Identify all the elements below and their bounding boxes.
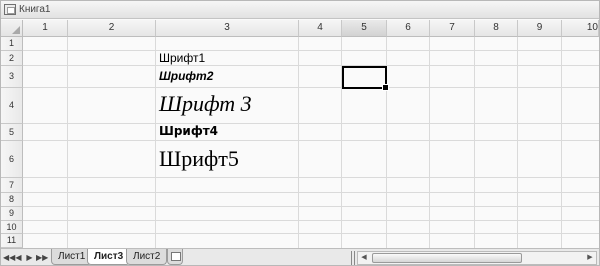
row-header-11[interactable]: 11 [1,234,23,248]
column-header-9[interactable]: 9 [518,20,562,37]
cell-text-font2[interactable]: Шрифт2 [159,69,213,83]
gridline [561,37,562,248]
column-header-3[interactable]: 3 [156,20,299,37]
gridline [298,37,299,248]
gridline [474,37,475,248]
column-header-1[interactable]: 1 [23,20,68,37]
sheet-tab-list2[interactable]: Лист2 [126,249,168,265]
scroll-left-arrow[interactable]: ◀ [358,252,370,264]
row-header-4[interactable]: 4 [1,88,23,124]
column-header-6[interactable]: 6 [387,20,430,37]
scrollbar-thumb[interactable] [372,253,522,263]
gridline [23,123,599,124]
column-header-7[interactable]: 7 [430,20,475,37]
column-header-10[interactable]: 10 [562,20,599,37]
insert-sheet-button[interactable] [167,249,183,265]
gridline [23,65,599,66]
gridline [23,140,599,141]
row-header-1[interactable]: 1 [1,37,23,51]
cell-text-font1[interactable]: Шрифт1 [159,51,205,65]
title-bar: Книга1 [1,1,599,19]
gridline [517,37,518,248]
next-sheet-button[interactable]: ▶ [25,252,34,264]
row-header-8[interactable]: 8 [1,193,23,207]
gridline [23,233,599,234]
gridline [23,87,599,88]
gridline [429,37,430,248]
row-header-9[interactable]: 9 [1,207,23,221]
cell-text-font5[interactable]: Шрифт5 [159,146,239,172]
active-cell-selection[interactable] [342,66,389,91]
workbook-icon [4,4,16,15]
row-header-5[interactable]: 5 [1,124,23,141]
sheet-tab-bar: ◀◀ ◀ ▶ ▶▶ Лист1 Лист3 Лист2 ◀ ▶ [1,248,599,265]
prev-sheet-button[interactable]: ◀ [14,252,23,264]
column-header-5[interactable]: 5 [342,20,387,37]
window-title: Книга1 [19,4,51,15]
gridline [23,177,599,178]
column-header-4[interactable]: 4 [299,20,342,37]
tab-split-handle[interactable] [351,251,355,265]
first-sheet-button[interactable]: ◀◀ [3,252,15,264]
scroll-right-arrow[interactable]: ▶ [584,252,596,264]
gridline [23,50,599,51]
workbook-window: Книга1 1 2 3 4 5 6 7 8 9 10 1 2 3 4 5 6 … [0,0,600,266]
column-header-8[interactable]: 8 [475,20,518,37]
row-header-2[interactable]: 2 [1,51,23,66]
cell-text-font3[interactable]: Шрифт 3 [159,91,252,117]
cell-text-font4[interactable]: Шрифт4 [159,124,218,138]
gridline [23,192,599,193]
gridline [155,37,156,248]
horizontal-scrollbar[interactable]: ◀ ▶ [357,251,597,265]
sheet-tab-list3[interactable]: Лист3 [87,249,131,265]
gridline [67,37,68,248]
row-header-7[interactable]: 7 [1,178,23,193]
select-all-button[interactable] [1,20,23,37]
row-header-3[interactable]: 3 [1,66,23,88]
gridline [23,220,599,221]
row-header-6[interactable]: 6 [1,141,23,178]
last-sheet-button[interactable]: ▶▶ [36,252,48,264]
column-header-2[interactable]: 2 [68,20,156,37]
gridline [23,206,599,207]
row-header-10[interactable]: 10 [1,221,23,234]
